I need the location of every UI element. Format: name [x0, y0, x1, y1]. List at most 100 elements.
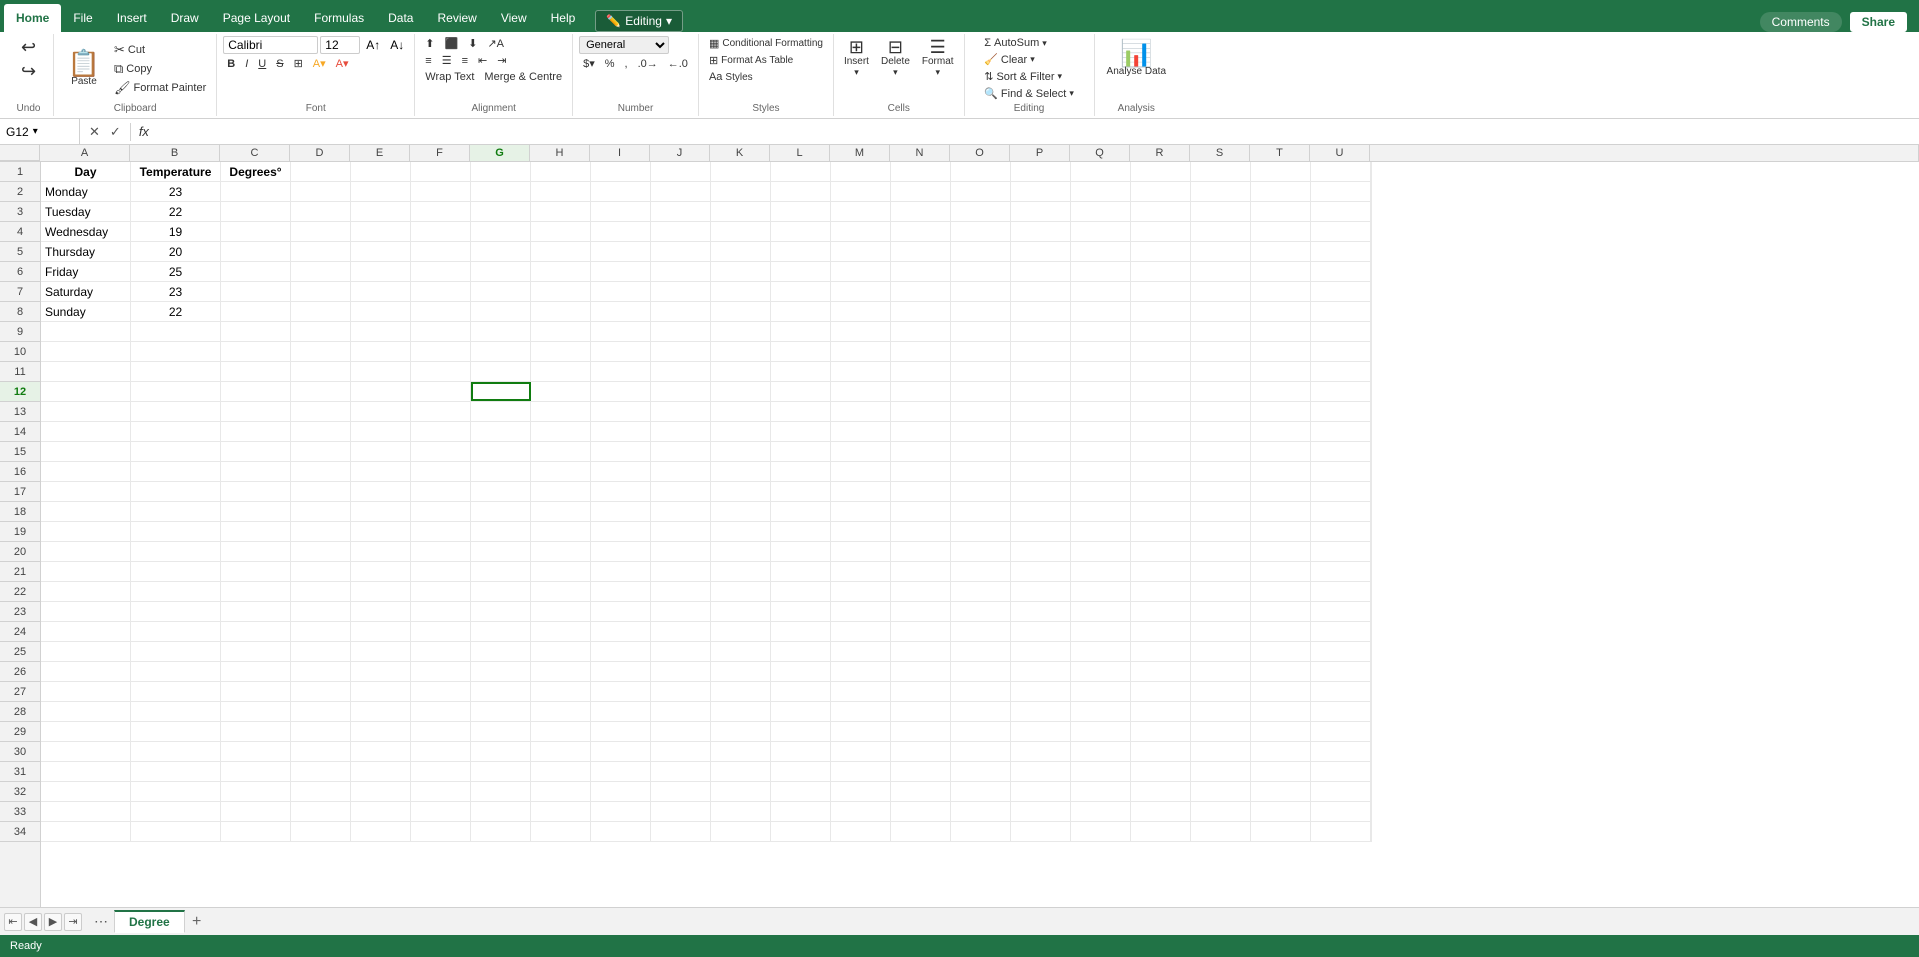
- cell-U7[interactable]: [1311, 282, 1371, 301]
- cell-C26[interactable]: [221, 662, 291, 681]
- cell-K14[interactable]: [711, 422, 771, 441]
- cell-P17[interactable]: [1011, 482, 1071, 501]
- cell-E15[interactable]: [351, 442, 411, 461]
- cell-T17[interactable]: [1251, 482, 1311, 501]
- cell-E34[interactable]: [351, 822, 411, 841]
- row-header-21[interactable]: 21: [0, 562, 40, 582]
- cell-S27[interactable]: [1191, 682, 1251, 701]
- cell-M23[interactable]: [831, 602, 891, 621]
- cell-O2[interactable]: [951, 182, 1011, 201]
- cell-I7[interactable]: [591, 282, 651, 301]
- cell-M6[interactable]: [831, 262, 891, 281]
- cell-Q31[interactable]: [1071, 762, 1131, 781]
- cell-G32[interactable]: [471, 782, 531, 801]
- row-header-14[interactable]: 14: [0, 422, 40, 442]
- cell-O7[interactable]: [951, 282, 1011, 301]
- strikethrough-button[interactable]: S: [272, 57, 287, 71]
- tab-help[interactable]: Help: [539, 4, 588, 32]
- cell-C6[interactable]: [221, 262, 291, 281]
- cell-J17[interactable]: [651, 482, 711, 501]
- cell-F19[interactable]: [411, 522, 471, 541]
- cell-O13[interactable]: [951, 402, 1011, 421]
- cell-N12[interactable]: [891, 382, 951, 401]
- cell-R6[interactable]: [1131, 262, 1191, 281]
- cell-U33[interactable]: [1311, 802, 1371, 821]
- row-header-31[interactable]: 31: [0, 762, 40, 782]
- cell-B26[interactable]: [131, 662, 221, 681]
- col-header-r[interactable]: R: [1130, 145, 1190, 161]
- cell-J4[interactable]: [651, 222, 711, 241]
- col-header-o[interactable]: O: [950, 145, 1010, 161]
- cell-C9[interactable]: [221, 322, 291, 341]
- cell-E21[interactable]: [351, 562, 411, 581]
- cell-I34[interactable]: [591, 822, 651, 841]
- cell-R14[interactable]: [1131, 422, 1191, 441]
- cell-A21[interactable]: [41, 562, 131, 581]
- cell-F11[interactable]: [411, 362, 471, 381]
- cell-Q9[interactable]: [1071, 322, 1131, 341]
- cell-M27[interactable]: [831, 682, 891, 701]
- cell-J27[interactable]: [651, 682, 711, 701]
- cell-E32[interactable]: [351, 782, 411, 801]
- cell-R34[interactable]: [1131, 822, 1191, 841]
- cell-M30[interactable]: [831, 742, 891, 761]
- align-left-button[interactable]: ≡: [421, 54, 435, 68]
- cell-R22[interactable]: [1131, 582, 1191, 601]
- sheet-nav-next[interactable]: ▶: [44, 913, 62, 931]
- cell-R5[interactable]: [1131, 242, 1191, 261]
- cell-J33[interactable]: [651, 802, 711, 821]
- cell-C32[interactable]: [221, 782, 291, 801]
- cell-O22[interactable]: [951, 582, 1011, 601]
- cell-E27[interactable]: [351, 682, 411, 701]
- cell-M14[interactable]: [831, 422, 891, 441]
- cell-Q1[interactable]: [1071, 162, 1131, 181]
- cell-T33[interactable]: [1251, 802, 1311, 821]
- cell-B18[interactable]: [131, 502, 221, 521]
- cell-H32[interactable]: [531, 782, 591, 801]
- cell-R1[interactable]: [1131, 162, 1191, 181]
- cell-F24[interactable]: [411, 622, 471, 641]
- cell-J9[interactable]: [651, 322, 711, 341]
- cell-P34[interactable]: [1011, 822, 1071, 841]
- sheet-dots[interactable]: ⋯: [88, 911, 114, 932]
- cell-E31[interactable]: [351, 762, 411, 781]
- cell-C4[interactable]: [221, 222, 291, 241]
- cell-F14[interactable]: [411, 422, 471, 441]
- cell-R19[interactable]: [1131, 522, 1191, 541]
- formula-cancel-icon[interactable]: ✕: [86, 123, 103, 141]
- cell-M13[interactable]: [831, 402, 891, 421]
- cell-E11[interactable]: [351, 362, 411, 381]
- cell-P26[interactable]: [1011, 662, 1071, 681]
- cell-Q28[interactable]: [1071, 702, 1131, 721]
- cell-S3[interactable]: [1191, 202, 1251, 221]
- sheet-nav-last[interactable]: ⇥: [64, 913, 82, 931]
- cell-Q20[interactable]: [1071, 542, 1131, 561]
- cell-C34[interactable]: [221, 822, 291, 841]
- cell-P2[interactable]: [1011, 182, 1071, 201]
- cell-L27[interactable]: [771, 682, 831, 701]
- cell-T31[interactable]: [1251, 762, 1311, 781]
- cell-O18[interactable]: [951, 502, 1011, 521]
- cell-H33[interactable]: [531, 802, 591, 821]
- cell-T15[interactable]: [1251, 442, 1311, 461]
- cell-D24[interactable]: [291, 622, 351, 641]
- cell-D21[interactable]: [291, 562, 351, 581]
- cell-G9[interactable]: [471, 322, 531, 341]
- cell-S20[interactable]: [1191, 542, 1251, 561]
- cell-F15[interactable]: [411, 442, 471, 461]
- indent-decrease-button[interactable]: ⇤: [474, 53, 491, 68]
- cell-M20[interactable]: [831, 542, 891, 561]
- cell-T6[interactable]: [1251, 262, 1311, 281]
- cell-I5[interactable]: [591, 242, 651, 261]
- cell-D20[interactable]: [291, 542, 351, 561]
- cell-D4[interactable]: [291, 222, 351, 241]
- cell-T21[interactable]: [1251, 562, 1311, 581]
- cell-T29[interactable]: [1251, 722, 1311, 741]
- row-header-8[interactable]: 8: [0, 302, 40, 322]
- col-header-e[interactable]: E: [350, 145, 410, 161]
- cell-A5[interactable]: Thursday: [41, 242, 131, 261]
- cell-D16[interactable]: [291, 462, 351, 481]
- decimal-decrease-button[interactable]: ←.0: [664, 57, 692, 71]
- cell-T20[interactable]: [1251, 542, 1311, 561]
- cell-A18[interactable]: [41, 502, 131, 521]
